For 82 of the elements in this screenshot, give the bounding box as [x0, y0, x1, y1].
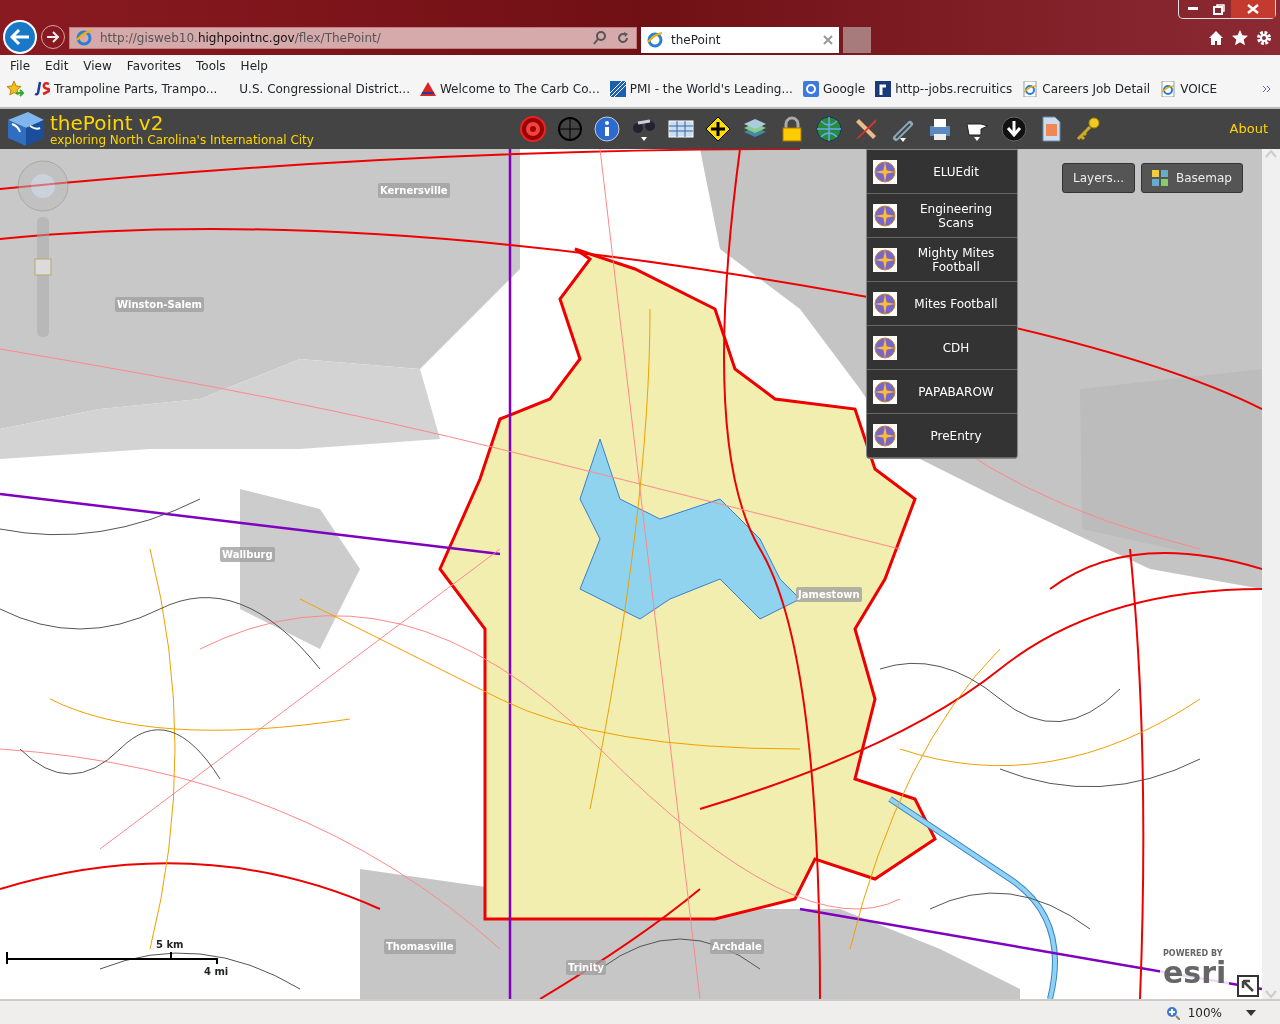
back-arrow-icon [10, 29, 30, 45]
place-label: Archdale [710, 939, 764, 954]
page-icon [1160, 81, 1177, 97]
browser-logo-icon [76, 30, 92, 46]
refresh-icon[interactable] [616, 31, 630, 45]
home-icon[interactable] [1208, 30, 1224, 46]
street-map-drawing[interactable] [0, 149, 1262, 999]
menu-item[interactable]: View [83, 57, 112, 75]
browser-logo-icon [647, 32, 663, 48]
search-icon[interactable] [592, 30, 608, 46]
caret-icon[interactable] [1246, 1010, 1256, 1016]
about-link[interactable]: About [1229, 119, 1268, 139]
menu-item[interactable]: PAPABAROW [867, 370, 1017, 414]
map-button[interactable]: Basemap [1141, 163, 1243, 193]
scale-label: 5 km [156, 938, 184, 952]
close-icon[interactable] [823, 35, 833, 45]
compass-icon [873, 291, 897, 316]
place-label: Wallburg [220, 547, 275, 562]
favorite-link[interactable]: Careers Job Detail [1022, 80, 1151, 98]
key-icon[interactable] [1074, 116, 1101, 142]
menu-item[interactable]: PreEntry [867, 414, 1017, 458]
compass-icon [873, 335, 897, 360]
favorite-link[interactable]: Trampoline Parts, Trampo... [34, 80, 218, 98]
site-icon [875, 81, 892, 97]
menu-item[interactable]: Mighty Mites Football [867, 238, 1017, 282]
menu-item[interactable]: ELUEdit [867, 150, 1017, 194]
scale-label: 4 mi [204, 965, 229, 979]
globe-icon[interactable] [815, 116, 842, 142]
place-label: Winston-Salem [115, 297, 205, 312]
place-label: Kernersville [378, 183, 450, 198]
menu-item[interactable]: Tools [196, 57, 226, 75]
site-icon [802, 81, 819, 97]
compass-icon [873, 247, 897, 272]
forward-arrow-icon [46, 31, 60, 43]
settings-icon[interactable] [1256, 30, 1272, 46]
chevron-icon[interactable] [1262, 84, 1272, 94]
close-icon [1247, 4, 1259, 14]
zoom-level[interactable]: 100% [1187, 1004, 1222, 1022]
menu-item[interactable]: Help [240, 57, 268, 75]
menu-item[interactable]: Mites Football [867, 282, 1017, 326]
minimize-icon [1188, 7, 1198, 11]
site-icon [419, 82, 436, 96]
compass-icon [873, 379, 897, 404]
expand-corner-icon[interactable] [1237, 975, 1259, 997]
favorite-link[interactable]: Welcome to The Carb Co... [419, 80, 600, 98]
app-subtitle: exploring North Carolina's International City [50, 133, 314, 147]
close-button[interactable] [1231, 0, 1275, 18]
zoom-icon[interactable] [1165, 1006, 1180, 1020]
pan-arrows-icon[interactable] [704, 116, 731, 142]
browser-tab[interactable]: thePoint [641, 27, 839, 53]
site-icon [609, 81, 626, 97]
favorite-link[interactable]: U.S. Congressional District... [227, 80, 410, 98]
info-icon[interactable] [593, 116, 620, 142]
zoom-slider-icon[interactable] [33, 217, 53, 337]
favorite-link[interactable]: http--jobs.recruitics [875, 80, 1013, 98]
menu-item[interactable]: File [10, 57, 31, 75]
grid-icon [1152, 170, 1168, 186]
favorite-link[interactable]: PMI - the World's Leading... [609, 80, 793, 98]
site-icon [34, 81, 50, 97]
compass-icon [873, 159, 897, 184]
map-button[interactable]: Layers... [1062, 163, 1136, 193]
place-label: Thomasville [384, 939, 456, 954]
menu-item[interactable]: Edit [45, 57, 69, 75]
download-icon[interactable] [1000, 116, 1027, 142]
place-label: Jamestown [796, 587, 862, 602]
compass-icon [873, 203, 897, 228]
scale-bar-icon [6, 952, 218, 964]
favorites-star-icon[interactable] [6, 81, 24, 97]
favorite-link[interactable]: VOICE [1160, 80, 1218, 98]
place-label: Trinity [566, 960, 606, 975]
menu-item[interactable]: Engineering Scans [867, 194, 1017, 238]
app-title: thePoint v2 [50, 111, 164, 134]
menu-item[interactable]: Favorites [126, 57, 182, 75]
back-button[interactable] [3, 20, 37, 54]
restore-icon [1213, 3, 1225, 15]
address-field[interactable]: http://gisweb10.highpointnc.gov/flex/ThePoint/ [69, 27, 637, 49]
menu-item[interactable]: CDH [867, 326, 1017, 370]
page-icon [1022, 81, 1039, 97]
target-icon[interactable] [519, 116, 546, 142]
star-icon[interactable] [1232, 30, 1248, 46]
compass-icon [873, 423, 897, 448]
favorite-link[interactable]: Google [802, 80, 866, 98]
